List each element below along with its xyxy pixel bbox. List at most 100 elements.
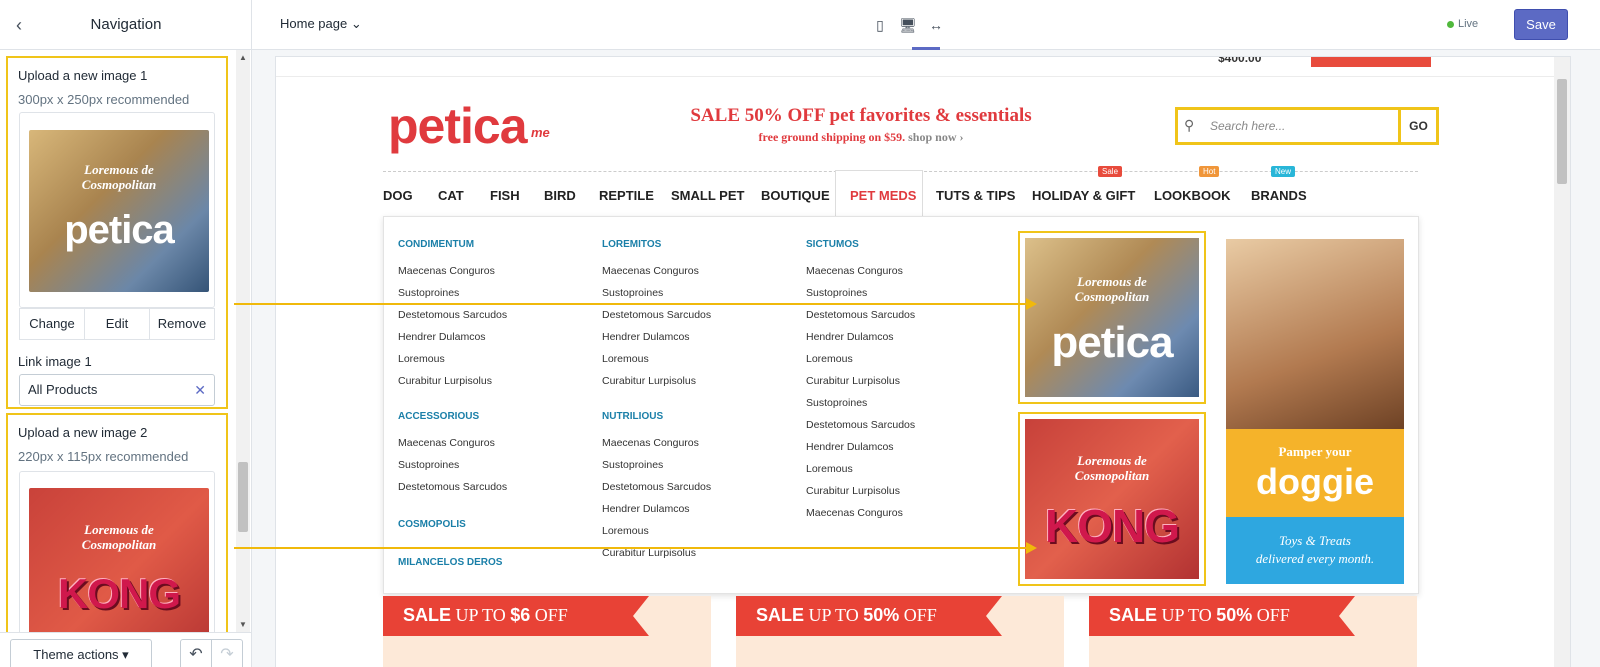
menu-link[interactable]: Destetomous Sarcudos [398,309,507,321]
store-logo[interactable]: petica [388,97,528,155]
menu-link[interactable]: Loremous [602,353,649,365]
menu-link[interactable]: Hendrer Dulamcos [398,331,486,343]
checkout-button[interactable] [1311,57,1431,67]
menu-link[interactable]: Sustoproines [398,287,459,299]
sale-card-amount: 50% [1216,605,1253,625]
menu-link[interactable]: Hendrer Dulamcos [602,331,690,343]
menu-heading[interactable]: SICTUMOS [806,239,859,250]
edit-button[interactable]: Edit [85,309,150,339]
menu-link[interactable]: Sustoproines [602,459,663,471]
menu-link[interactable]: Maecenas Conguros [806,265,903,277]
menu-link[interactable]: Maecenas Conguros [602,265,699,277]
desktop-view-icon[interactable]: 🖥 [898,15,918,35]
search-icon: ⚲ [1184,117,1195,133]
menu-heading[interactable]: CONDIMENTUM [398,239,474,250]
shop-now-link[interactable]: shop now › [908,130,963,144]
menu-heading[interactable]: NUTRILIOUS [602,411,663,422]
menu-link[interactable]: Curabitur Lurpisolus [398,375,492,387]
nav-dog[interactable]: DOG [383,188,413,203]
scroll-up-icon[interactable]: ▲ [238,53,248,63]
page-selector-label: Home page [280,16,348,31]
sale-card-text: UP TO [1161,605,1212,625]
menu-link[interactable]: Sustoproines [602,287,663,299]
menu-link[interactable]: Sustoproines [806,287,867,299]
menu-link[interactable]: Destetomous Sarcudos [602,481,711,493]
menu-link[interactable]: Curabitur Lurpisolus [806,485,900,497]
sale-card[interactable]: SALE UP TO 50% OFF [736,596,1064,667]
upload-image-2-title: Upload a new image 2 [18,425,148,440]
menu-link[interactable]: Loremous [602,525,649,537]
nav-small-pet[interactable]: SMALL PET [671,188,744,203]
menu-heading[interactable]: COSMOPOLIS [398,519,466,530]
menu-link[interactable]: Loremous [806,463,853,475]
live-label: Live [1458,18,1479,30]
sale-card-prefix: SALE [756,605,805,625]
promo-image-2[interactable]: Loremous de Cosmopolitan KONG [1018,412,1206,586]
menu-link[interactable]: Hendrer Dulamcos [806,331,894,343]
menu-link[interactable]: Hendrer Dulamcos [602,503,690,515]
menu-link[interactable]: Maecenas Conguros [398,437,495,449]
preview-scroll-thumb[interactable] [1557,79,1567,184]
active-view-indicator [912,47,940,50]
nav-brands[interactable]: BRANDS [1251,188,1307,203]
sale-card-text: UP TO [455,605,506,625]
nav-reptile[interactable]: REPTILE [599,188,654,203]
connector-line-1 [234,303,1030,305]
nav-holiday-gift[interactable]: HOLIDAY & GIFT [1032,188,1135,203]
thumb1-text-1: Loremous de [84,162,154,177]
menu-link[interactable]: Maecenas Conguros [602,437,699,449]
nav-fish[interactable]: FISH [490,188,520,203]
sale-card-prefix: SALE [1109,605,1158,625]
upload-image-2-section: Upload a new image 2 220px x 115px recom… [6,413,228,667]
menu-link[interactable]: Hendrer Dulamcos [806,441,894,453]
sale-headline: SALE 50% OFF pet favorites & essentials [690,105,1032,126]
full-width-view-icon[interactable]: ↔ [926,15,946,35]
page-selector[interactable]: Home page ⌄ [280,16,362,32]
link-image-1-input[interactable]: All Products ✕ [19,374,215,406]
promo-image-1[interactable]: Loremous de Cosmopolitan petica [1018,231,1206,404]
clear-icon[interactable]: ✕ [194,375,206,405]
nav-tuts-tips[interactable]: TUTS & TIPS [936,188,1015,203]
menu-link[interactable]: Destetomous Sarcudos [398,481,507,493]
change-button[interactable]: Change [20,309,85,339]
nav-cat[interactable]: CAT [438,188,464,203]
redo-icon[interactable]: ↷ [211,639,243,667]
nav-lookbook[interactable]: LOOKBOOK [1154,188,1231,203]
sidebar-scrollbar[interactable] [236,50,250,632]
menu-link[interactable]: Loremous [398,353,445,365]
menu-heading[interactable]: LOREMITOS [602,239,661,250]
theme-actions-button[interactable]: Theme actions ▾ [10,639,152,667]
undo-icon[interactable]: ↶ [180,639,212,667]
menu-link[interactable]: Destetomous Sarcudos [806,309,915,321]
menu-heading[interactable]: ACCESSORIOUS [398,411,479,422]
hot-tag: Hot [1199,166,1220,177]
remove-button[interactable]: Remove [150,309,214,339]
search-input[interactable]: Search here... [1210,119,1285,133]
nav-bird[interactable]: BIRD [544,188,576,203]
menu-link[interactable]: Destetomous Sarcudos [806,419,915,431]
doggie-banner[interactable]: Pamper your doggie Toys & Treats delivere… [1226,239,1404,584]
sale-shipping-text: free ground shipping on $59. [758,130,906,144]
menu-link[interactable]: Curabitur Lurpisolus [602,375,696,387]
chevron-down-icon: ⌄ [350,16,362,31]
save-button[interactable]: Save [1514,9,1568,40]
scroll-down-icon[interactable]: ▼ [238,620,248,630]
menu-link[interactable]: Sustoproines [806,397,867,409]
menu-link[interactable]: Maecenas Conguros [806,507,903,519]
menu-link[interactable]: Loremous [806,353,853,365]
menu-link[interactable]: Maecenas Conguros [398,265,495,277]
sale-tag: Sale [1098,166,1123,177]
search-go-button[interactable]: GO [1398,110,1436,142]
mobile-view-icon[interactable]: ▯ [870,15,890,35]
nav-pet-meds[interactable]: PET MEDS [850,188,916,203]
link-image-1-value: All Products [28,382,98,397]
caret-down-icon: ▾ [122,647,129,662]
menu-link[interactable]: Destetomous Sarcudos [602,309,711,321]
menu-link[interactable]: Curabitur Lurpisolus [806,375,900,387]
nav-boutique[interactable]: BOUTIQUE [761,188,830,203]
sidebar-scroll-thumb[interactable] [238,462,248,532]
menu-link[interactable]: Sustoproines [398,459,459,471]
menu-heading[interactable]: MILANCELOS DEROS [398,557,502,568]
sale-card[interactable]: SALE UP TO 50% OFF [1089,596,1417,667]
sale-card[interactable]: SALE UP TO $6 OFF [383,596,711,667]
